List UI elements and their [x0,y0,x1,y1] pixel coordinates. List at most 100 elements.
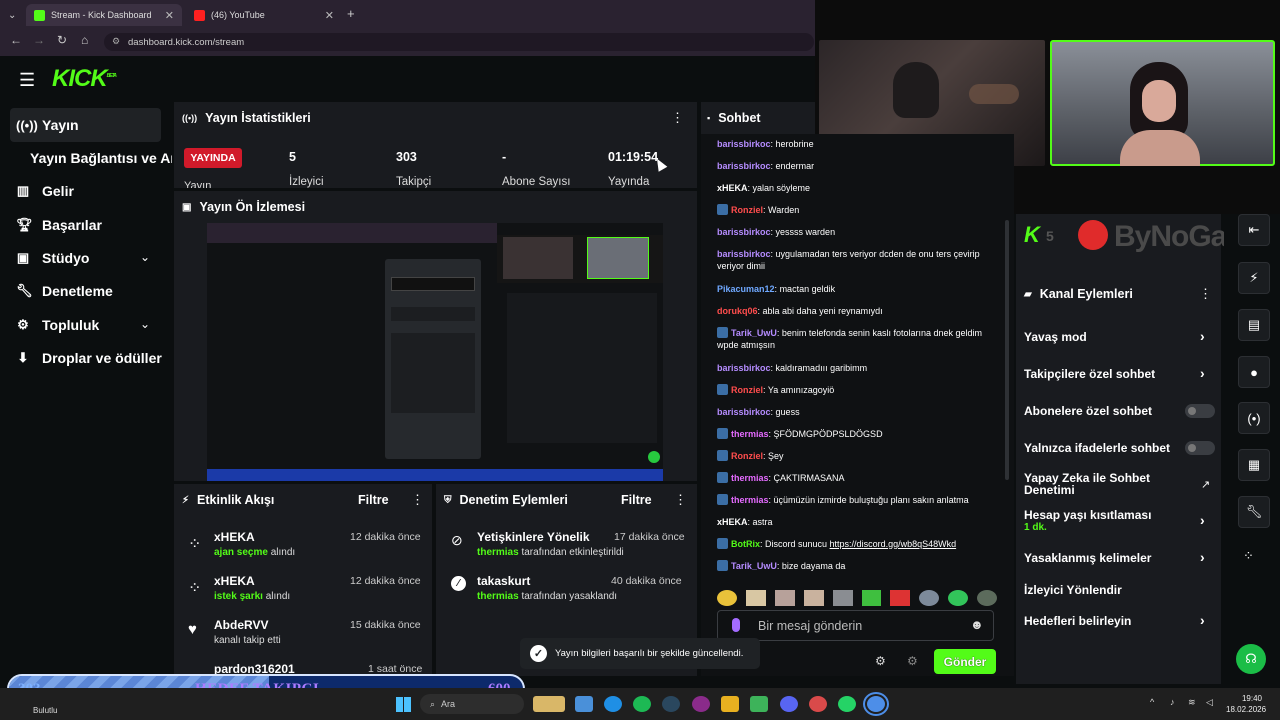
community-icon[interactable]: ⁘ [1243,548,1254,564]
chat-username[interactable]: barissbirkoc [717,407,771,417]
chevron-down-icon[interactable]: ⌄ [140,317,150,331]
quick-action-button[interactable]: 🔧︎ [1238,496,1270,528]
sidebar-item-topluluk[interactable]: ⚙ Topluluk [16,317,99,333]
send-button[interactable]: Gönder [934,649,996,674]
menu-icon[interactable]: ☰ [19,70,35,91]
chat-username[interactable]: barissbirkoc [717,363,771,373]
volume-icon[interactable]: ◁ [1206,697,1213,708]
chat-scrollbar[interactable] [1005,220,1009,480]
close-tab-icon[interactable]: ✕ [165,9,174,22]
emoji-icon[interactable]: ☻ [970,617,984,632]
steam-icon[interactable] [662,696,680,712]
more-icon[interactable]: ⋮ [674,492,687,508]
app-icon[interactable] [750,696,768,712]
taskbar-widget-icon[interactable] [533,696,565,712]
chat-username[interactable]: thermias [731,495,769,505]
chevron-right-icon[interactable]: › [1200,365,1205,381]
microphone-icon[interactable] [732,618,740,632]
activity-user[interactable]: xHEKA [214,530,255,544]
emote-icon[interactable] [774,590,795,606]
address-bar[interactable]: ⚙ dashboard.kick.com/stream [104,33,814,51]
action-followers-only[interactable]: Takipçilere özel sohbet [1024,367,1155,381]
emote-icon[interactable] [977,590,998,606]
edge-icon[interactable] [604,696,622,712]
close-tab-icon[interactable]: ✕ [325,9,334,22]
moderation-filter-button[interactable]: Filtre [621,493,652,507]
kick-logo[interactable]: KICKBETA [52,65,117,93]
chrome-icon[interactable] [863,692,889,716]
chat-username[interactable]: Ronziel [731,451,763,461]
reload-icon[interactable]: ↻ [57,33,67,47]
mod-gear-icon[interactable]: ⚙ [907,654,918,668]
app-icon[interactable] [692,696,710,712]
activity-filter-button[interactable]: Filtre [358,493,389,507]
emote-icon[interactable] [745,590,766,606]
chevron-right-icon[interactable]: › [1200,549,1205,565]
emote-icon[interactable] [919,590,940,606]
quick-action-button[interactable]: ▦ [1238,449,1270,481]
more-icon[interactable]: ⋮ [671,110,684,126]
sidebar-item-denetleme[interactable]: 🔧︎ Denetleme [16,283,113,299]
more-icon[interactable]: ⋮ [411,492,424,508]
activity-user[interactable]: xHEKA [214,574,255,588]
chevron-right-icon[interactable]: › [1200,328,1205,344]
chat-username[interactable]: Pikacuman12 [717,284,775,294]
home-icon[interactable]: ⌂ [81,33,88,47]
file-explorer-icon[interactable] [575,696,593,712]
chat-link[interactable]: https://discord.gg/wb8qS48Wkd [830,539,957,549]
chat-username[interactable]: thermias [731,429,769,439]
more-icon[interactable]: ⋮ [1199,286,1212,302]
chevron-right-icon[interactable]: › [1200,612,1205,628]
chat-username[interactable]: xHEKA [717,517,748,527]
wifi-icon[interactable]: ≋ [1188,697,1196,708]
action-account-age[interactable]: Hesap yaşı kısıtlaması [1024,508,1151,522]
emote-icon[interactable] [717,590,737,606]
discord-icon[interactable] [780,696,798,712]
back-icon[interactable]: ← [10,33,22,47]
action-banned-words[interactable]: Yasaklanmış kelimeler [1024,551,1151,565]
activity-user[interactable]: AbdeRVV [214,618,268,632]
sidebar-item-studyo[interactable]: ▣ Stüdyo [16,250,90,266]
chat-username[interactable]: barissbirkoc [717,249,771,259]
sidebar-item-yayin-baglantisi[interactable]: Yayın Bağlantısı ve An [30,150,172,166]
emote-icon[interactable] [890,590,911,606]
chat-username[interactable]: barissbirkoc [717,139,771,149]
tab-youtube[interactable]: (46) YouTube ✕ [186,4,342,26]
forward-icon[interactable]: → [33,33,45,47]
chat-username[interactable]: xHEKA [717,183,748,193]
action-goals[interactable]: Hedefleri belirleyin [1024,614,1131,628]
quick-action-button[interactable]: ⚡︎ [1238,262,1270,294]
sidebar-item-basarilar[interactable]: 🏆︎ Başarılar [16,217,102,233]
new-tab-button[interactable]: + [347,6,355,21]
chat-username[interactable]: thermias [731,473,769,483]
chat-input[interactable]: Bir mesaj gönderin ☻ [717,610,994,641]
stream-preview[interactable] [207,223,663,481]
taskbar-clock[interactable]: 19:40 18.02.2026 [1226,693,1266,715]
help-icon[interactable]: ☊ [1236,644,1266,674]
emote-icon[interactable] [948,590,969,606]
obs-icon[interactable] [809,696,827,712]
sidebar-item-yayin[interactable]: ((•)) Yayın [16,117,79,133]
quick-action-button[interactable]: ▤ [1238,309,1270,341]
emote-icon[interactable] [803,590,824,606]
quick-action-button[interactable]: ● [1238,356,1270,388]
action-raid[interactable]: İzleyici Yönlendir [1024,583,1122,597]
chat-username[interactable]: Ronziel [731,385,763,395]
chat-username[interactable]: barissbirkoc [717,161,771,171]
settings-gear-icon[interactable]: ⚙ [875,654,886,668]
action-ai-moderation[interactable]: Yapay Zeka ile Sohbet Denetimi [1024,472,1174,496]
emote-only-toggle[interactable] [1185,441,1215,455]
subs-only-toggle[interactable] [1185,404,1215,418]
whatsapp-icon[interactable] [838,696,856,712]
app-icon[interactable] [721,696,739,712]
emote-icon[interactable] [861,590,882,606]
chat-username[interactable]: barissbirkoc [717,227,771,237]
chat-username[interactable]: dorukq06 [717,306,758,316]
chat-username[interactable]: BotRix [731,539,760,549]
chevron-down-icon[interactable]: ⌄ [140,250,150,264]
spotify-icon[interactable] [633,696,651,712]
tray-chevron-icon[interactable]: ^ [1150,697,1154,707]
action-slow-mode[interactable]: Yavaş mod [1024,330,1087,344]
chat-username[interactable]: Tarik_UwU [731,561,777,571]
sidebar-item-droplar[interactable]: ⬇ Droplar ve ödüller [16,350,162,366]
